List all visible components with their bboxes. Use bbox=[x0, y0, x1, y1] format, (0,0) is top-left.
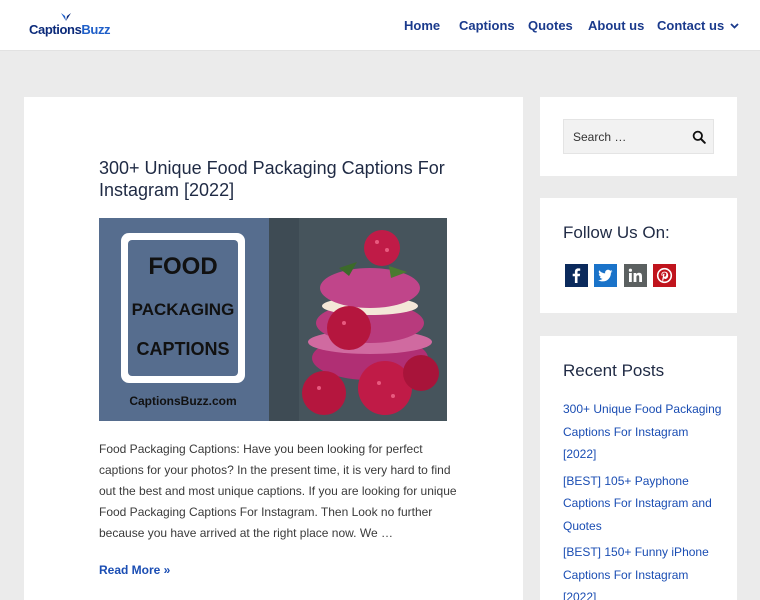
post-card: 300+ Unique Food Packaging Captions For … bbox=[24, 97, 523, 600]
image-line3: CAPTIONS bbox=[136, 339, 229, 359]
list-item: [BEST] 105+ Payphone Captions For Instag… bbox=[563, 470, 723, 538]
logo-text: CaptionsBuzz bbox=[29, 22, 111, 37]
site-logo[interactable]: CaptionsBuzz bbox=[29, 12, 111, 40]
nav-captions[interactable]: Captions bbox=[459, 18, 515, 33]
post-title[interactable]: 300+ Unique Food Packaging Captions For … bbox=[99, 157, 459, 201]
search-icon[interactable] bbox=[692, 130, 706, 144]
recent-posts-title: Recent Posts bbox=[563, 361, 665, 380]
featured-image[interactable]: FOOD PACKAGING CAPTIONS CaptionsBuzz.com bbox=[99, 218, 447, 421]
recent-post-link[interactable]: [BEST] 150+ Funny iPhone Captions For In… bbox=[563, 545, 709, 600]
nav-home[interactable]: Home bbox=[404, 18, 440, 33]
logo-text-part1: Captions bbox=[29, 22, 82, 37]
pinterest-icon[interactable] bbox=[653, 264, 676, 287]
linkedin-icon[interactable] bbox=[624, 264, 647, 287]
search-form bbox=[563, 119, 714, 154]
recent-posts-widget: Recent Posts 300+ Unique Food Packaging … bbox=[540, 336, 737, 600]
recent-posts-list: 300+ Unique Food Packaging Captions For … bbox=[563, 398, 723, 600]
follow-title: Follow Us On: bbox=[563, 223, 670, 242]
recent-post-link[interactable]: [BEST] 105+ Payphone Captions For Instag… bbox=[563, 474, 712, 533]
chevron-down-icon[interactable] bbox=[730, 23, 739, 29]
nav-about-us[interactable]: About us bbox=[588, 18, 644, 33]
image-line1: FOOD bbox=[148, 253, 217, 280]
image-site: CaptionsBuzz.com bbox=[129, 394, 236, 408]
search-input[interactable] bbox=[564, 120, 684, 153]
list-item: 300+ Unique Food Packaging Captions For … bbox=[563, 398, 723, 466]
nav-contact-us[interactable]: Contact us bbox=[657, 18, 739, 33]
twitter-icon[interactable] bbox=[594, 264, 617, 287]
site-header: CaptionsBuzz Home Captions Quotes About … bbox=[0, 0, 760, 51]
facebook-icon[interactable] bbox=[565, 264, 588, 287]
logo-text-part2: Buzz bbox=[81, 22, 111, 37]
follow-widget: Follow Us On: bbox=[540, 198, 737, 313]
read-more-link[interactable]: Read More » bbox=[99, 563, 170, 577]
nav-quotes[interactable]: Quotes bbox=[528, 18, 573, 33]
post-excerpt: Food Packaging Captions: Have you been l… bbox=[99, 442, 457, 540]
nav-contact-label: Contact us bbox=[657, 18, 725, 33]
featured-image-graphic: FOOD PACKAGING CAPTIONS CaptionsBuzz.com bbox=[99, 218, 447, 421]
image-line2: PACKAGING bbox=[132, 300, 235, 319]
recent-post-link[interactable]: 300+ Unique Food Packaging Captions For … bbox=[563, 402, 721, 461]
search-widget bbox=[540, 97, 737, 176]
list-item: [BEST] 150+ Funny iPhone Captions For In… bbox=[563, 541, 723, 600]
